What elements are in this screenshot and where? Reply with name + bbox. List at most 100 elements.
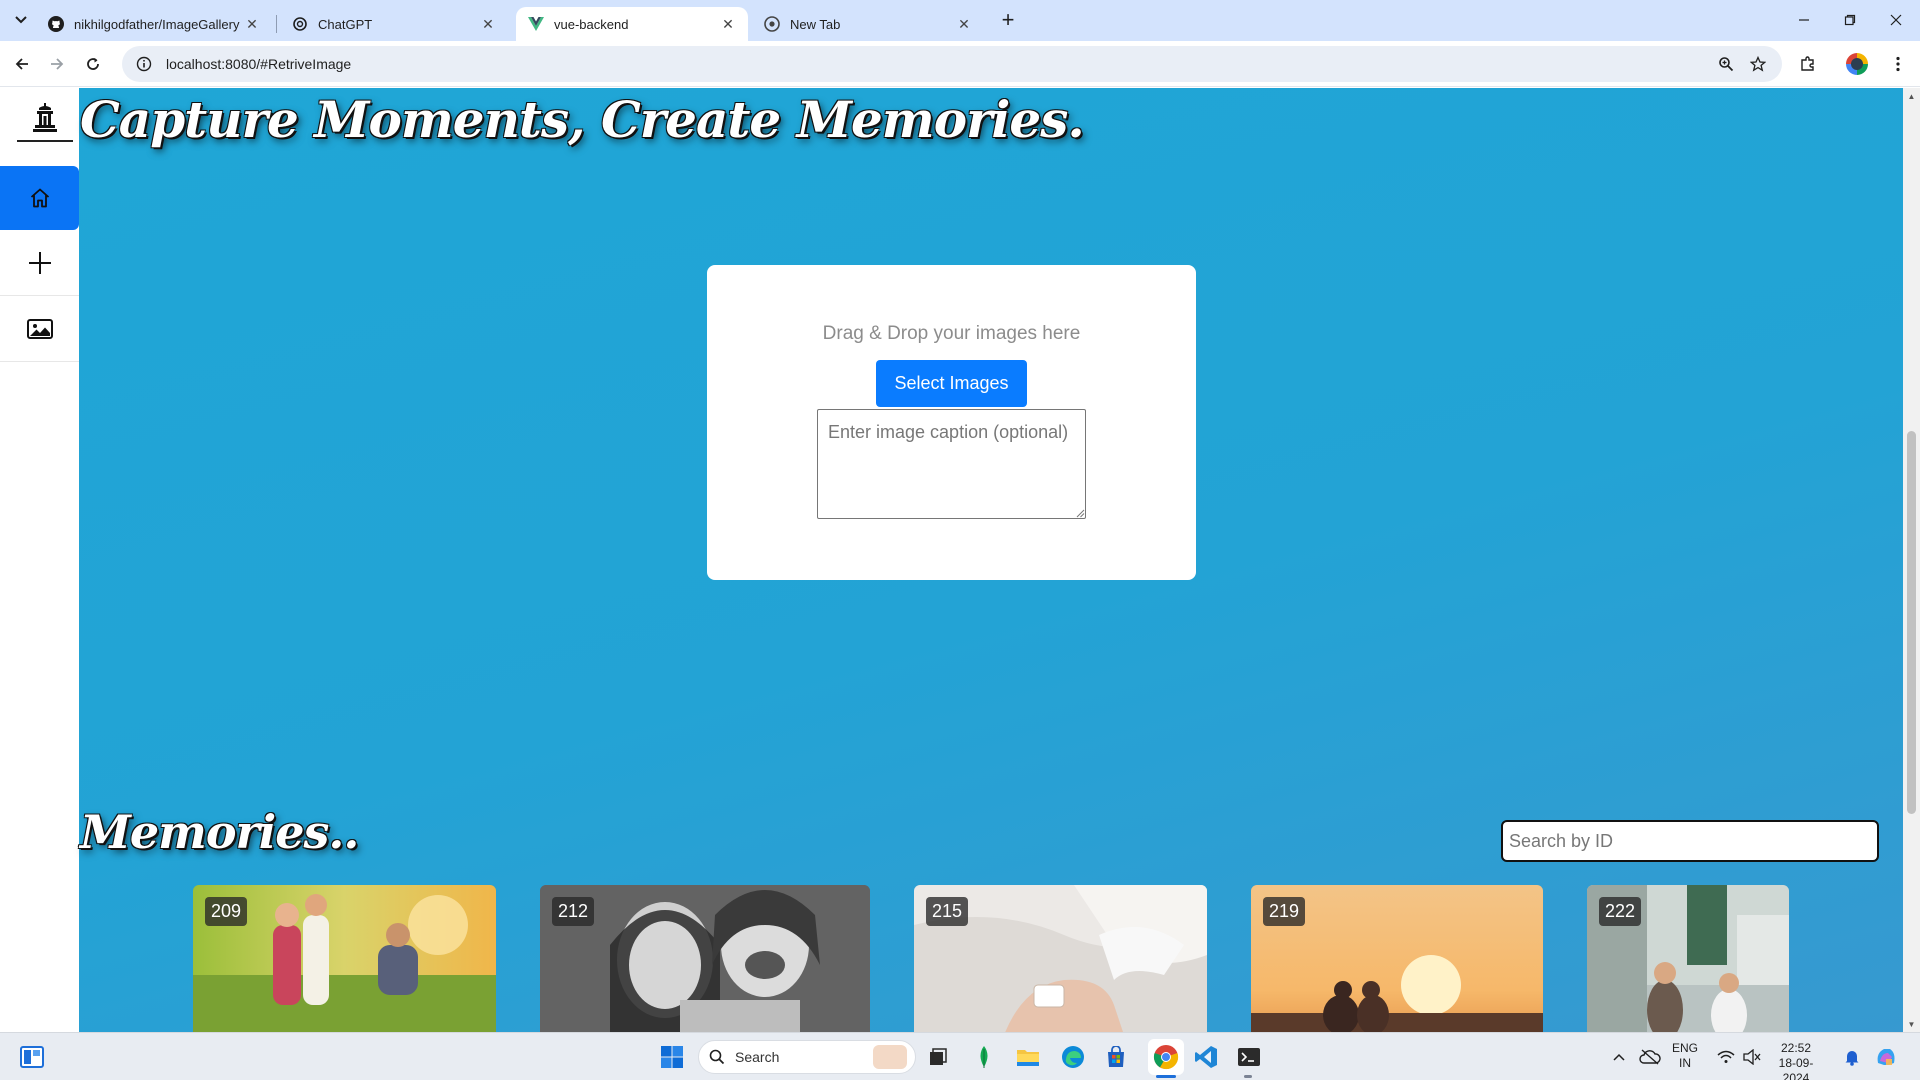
caption-input[interactable] bbox=[817, 409, 1086, 519]
notification-bell-icon[interactable] bbox=[1838, 1043, 1866, 1071]
scroll-down-arrow-icon[interactable]: ▼ bbox=[1903, 1016, 1920, 1032]
chatgpt-icon bbox=[292, 16, 308, 32]
more-vertical-icon bbox=[1896, 56, 1900, 72]
search-highlight-icon bbox=[873, 1045, 907, 1069]
tab-title: ChatGPT bbox=[318, 16, 373, 32]
taskbar-search[interactable]: Search bbox=[698, 1040, 916, 1074]
arrow-left-icon bbox=[15, 58, 28, 70]
start-button[interactable] bbox=[658, 1043, 686, 1071]
edge-icon[interactable] bbox=[1059, 1043, 1087, 1071]
upload-card[interactable]: Drag & Drop your images here Select Imag… bbox=[707, 265, 1196, 580]
memory-card[interactable]: 219 bbox=[1251, 885, 1543, 1032]
widgets-icon[interactable] bbox=[18, 1043, 46, 1071]
minimize-button[interactable] bbox=[1782, 6, 1826, 34]
close-icon bbox=[1890, 14, 1902, 26]
vscode-icon[interactable] bbox=[1192, 1043, 1220, 1071]
search-by-id-input[interactable] bbox=[1501, 820, 1879, 862]
vue-icon bbox=[528, 16, 544, 32]
close-icon[interactable]: ✕ bbox=[244, 16, 260, 32]
puzzle-icon bbox=[1801, 56, 1814, 71]
search-icon bbox=[709, 1049, 725, 1065]
url-text: localhost:8080/#RetriveImage bbox=[166, 56, 352, 72]
clock-date: 18-09-2024 bbox=[1778, 1056, 1814, 1080]
forward-button[interactable] bbox=[42, 49, 72, 79]
page-scrollbar[interactable]: ▲ ▼ bbox=[1903, 88, 1920, 1032]
restore-icon bbox=[1844, 14, 1856, 26]
close-icon[interactable]: ✕ bbox=[720, 16, 736, 32]
tab-vue-backend[interactable]: vue-backend ✕ bbox=[516, 7, 748, 41]
image-icon bbox=[26, 318, 53, 339]
reload-icon bbox=[87, 58, 99, 70]
back-button[interactable] bbox=[7, 49, 37, 79]
running-app-indicator bbox=[1244, 1075, 1252, 1078]
file-explorer-icon[interactable] bbox=[1014, 1043, 1042, 1071]
chrome-icon bbox=[764, 16, 780, 32]
logo-underline bbox=[17, 140, 73, 142]
page-viewport: Capture Moments, Create Memories. Drag &… bbox=[0, 88, 1920, 1032]
drop-zone-text: Drag & Drop your images here bbox=[822, 323, 1081, 344]
bookmark-button[interactable] bbox=[1743, 49, 1773, 79]
memory-card[interactable]: 215 bbox=[914, 885, 1207, 1032]
onedrive-offline-icon[interactable] bbox=[1636, 1043, 1664, 1071]
region-code: IN bbox=[1679, 1056, 1691, 1070]
copilot-icon[interactable] bbox=[1872, 1043, 1900, 1071]
sidebar-item-home[interactable] bbox=[0, 166, 79, 230]
tab-strip: nikhilgodfather/ImageGallery ✕ ChatGPT ✕… bbox=[0, 0, 1920, 41]
chrome-taskbar-icon[interactable] bbox=[1148, 1039, 1184, 1075]
extensions-button[interactable] bbox=[1793, 49, 1823, 79]
sidebar-item-add[interactable] bbox=[0, 230, 79, 296]
windows-logo-icon bbox=[661, 1046, 683, 1068]
wifi-icon[interactable] bbox=[1712, 1043, 1740, 1071]
scrollbar-thumb[interactable] bbox=[1907, 431, 1916, 814]
taskbar: Search ENG IN 22:52 18-09-2024 bbox=[0, 1032, 1920, 1080]
tab-chatgpt[interactable]: ChatGPT ✕ bbox=[280, 7, 508, 41]
zoom-icon bbox=[1719, 57, 1734, 72]
memory-card[interactable]: 222 bbox=[1587, 885, 1789, 1032]
new-tab-button[interactable]: + bbox=[996, 7, 1020, 32]
close-window-button[interactable] bbox=[1874, 6, 1918, 34]
memory-card[interactable]: 212 bbox=[540, 885, 870, 1032]
tab-search-button[interactable] bbox=[10, 9, 32, 31]
close-icon[interactable]: ✕ bbox=[956, 16, 972, 32]
close-icon[interactable]: ✕ bbox=[480, 16, 496, 32]
reload-button[interactable] bbox=[78, 49, 108, 79]
clock[interactable]: 22:52 18-09-2024 bbox=[1768, 1041, 1824, 1080]
sidebar bbox=[0, 88, 79, 1032]
mongodb-icon[interactable] bbox=[970, 1043, 998, 1071]
github-icon bbox=[48, 16, 64, 32]
volume-muted-icon[interactable] bbox=[1738, 1043, 1766, 1071]
scroll-up-arrow-icon[interactable]: ▲ bbox=[1903, 88, 1920, 104]
profile-avatar[interactable] bbox=[1846, 53, 1868, 75]
tab-title: nikhilgodfather/ImageGallery bbox=[74, 16, 240, 32]
show-hidden-icons-chevron-icon[interactable] bbox=[1605, 1043, 1633, 1071]
tab-imagegallery[interactable]: nikhilgodfather/ImageGallery ✕ bbox=[36, 7, 272, 41]
resize-handle-icon[interactable] bbox=[1075, 508, 1085, 518]
page-title: Capture Moments, Create Memories. bbox=[80, 90, 1085, 149]
minimize-icon bbox=[1799, 19, 1809, 21]
home-icon bbox=[30, 188, 49, 208]
plus-icon bbox=[28, 251, 51, 274]
memory-card[interactable]: 209 bbox=[193, 885, 496, 1032]
memories-heading: Memories.. bbox=[80, 805, 359, 859]
tab-title: New Tab bbox=[790, 16, 841, 32]
search-label: Search bbox=[735, 1049, 780, 1065]
menu-button[interactable] bbox=[1883, 49, 1913, 79]
tab-new-tab[interactable]: New Tab ✕ bbox=[752, 7, 984, 41]
microsoft-store-icon[interactable] bbox=[1102, 1043, 1130, 1071]
chevron-down-icon bbox=[15, 16, 27, 24]
image-id-badge: 209 bbox=[205, 897, 248, 926]
terminal-icon[interactable] bbox=[1235, 1043, 1263, 1071]
temple-logo-icon bbox=[33, 103, 57, 132]
select-images-button[interactable]: Select Images bbox=[876, 360, 1027, 407]
zoom-button[interactable] bbox=[1711, 49, 1741, 79]
address-bar[interactable]: localhost:8080/#RetriveImage bbox=[122, 46, 1782, 82]
image-id-badge: 219 bbox=[1263, 897, 1306, 926]
logo[interactable] bbox=[16, 102, 74, 152]
sidebar-item-gallery[interactable] bbox=[0, 296, 79, 362]
clock-time: 22:52 bbox=[1780, 1041, 1812, 1055]
star-icon bbox=[1750, 56, 1766, 72]
language-indicator[interactable]: ENG IN bbox=[1672, 1041, 1698, 1071]
task-view-icon[interactable] bbox=[924, 1043, 952, 1071]
site-info-icon[interactable] bbox=[134, 54, 154, 74]
restore-button[interactable] bbox=[1828, 6, 1872, 34]
